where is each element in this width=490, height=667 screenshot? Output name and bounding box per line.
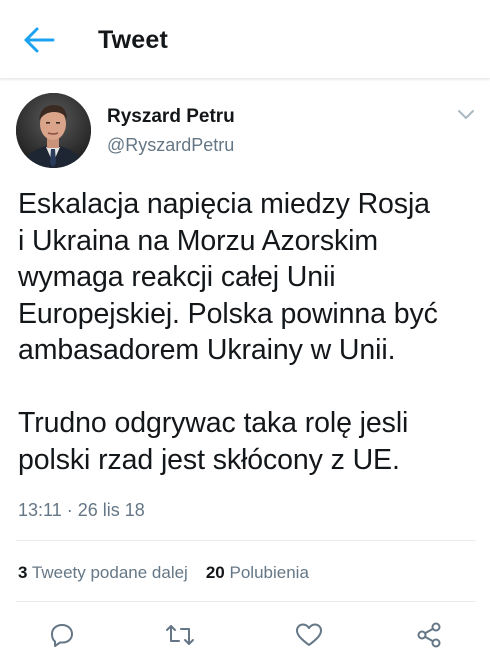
likes-stat[interactable]: 20 Polubienia (206, 563, 309, 583)
likes-count: 20 (205, 563, 225, 582)
avatar-image (16, 93, 91, 168)
tweet-menu-button[interactable] (454, 106, 478, 124)
retweet-button[interactable] (163, 618, 197, 652)
engagement-stats: 3 Tweety podane dalej 20 Polubienia (18, 563, 309, 583)
likes-label: Polubienia (229, 563, 309, 582)
share-button[interactable] (412, 618, 446, 652)
divider (16, 601, 476, 602)
tweet-text: Eskalacja napięcia miedzy Rosja i Ukrain… (18, 188, 438, 476)
retweets-label: Tweety podane dalej (31, 563, 188, 582)
back-button[interactable] (20, 24, 58, 56)
share-icon (417, 622, 441, 648)
tweet-detail-screen: Tweet Ryszard Petru @RyszardPetru Eskala… (0, 0, 490, 667)
top-bar: Tweet (0, 0, 490, 79)
reply-icon (51, 624, 73, 647)
chevron-down-icon (458, 110, 474, 119)
retweets-stat[interactable]: 3 Tweety podane dalej (18, 563, 188, 583)
avatar[interactable] (16, 93, 91, 168)
author-handle[interactable]: @RyszardPetru (107, 135, 234, 156)
arrow-left-icon (24, 27, 55, 53)
retweets-count: 3 (18, 563, 28, 582)
page-title: Tweet (98, 26, 168, 54)
like-button[interactable] (292, 618, 326, 652)
reply-button[interactable] (45, 618, 79, 652)
like-icon (296, 623, 322, 646)
tweet-timestamp: 13:11 · 26 lis 18 (18, 500, 145, 520)
action-bar (0, 618, 490, 652)
retweet-icon (166, 625, 194, 645)
author-name[interactable]: Ryszard Petru (107, 106, 235, 128)
divider (16, 540, 476, 541)
